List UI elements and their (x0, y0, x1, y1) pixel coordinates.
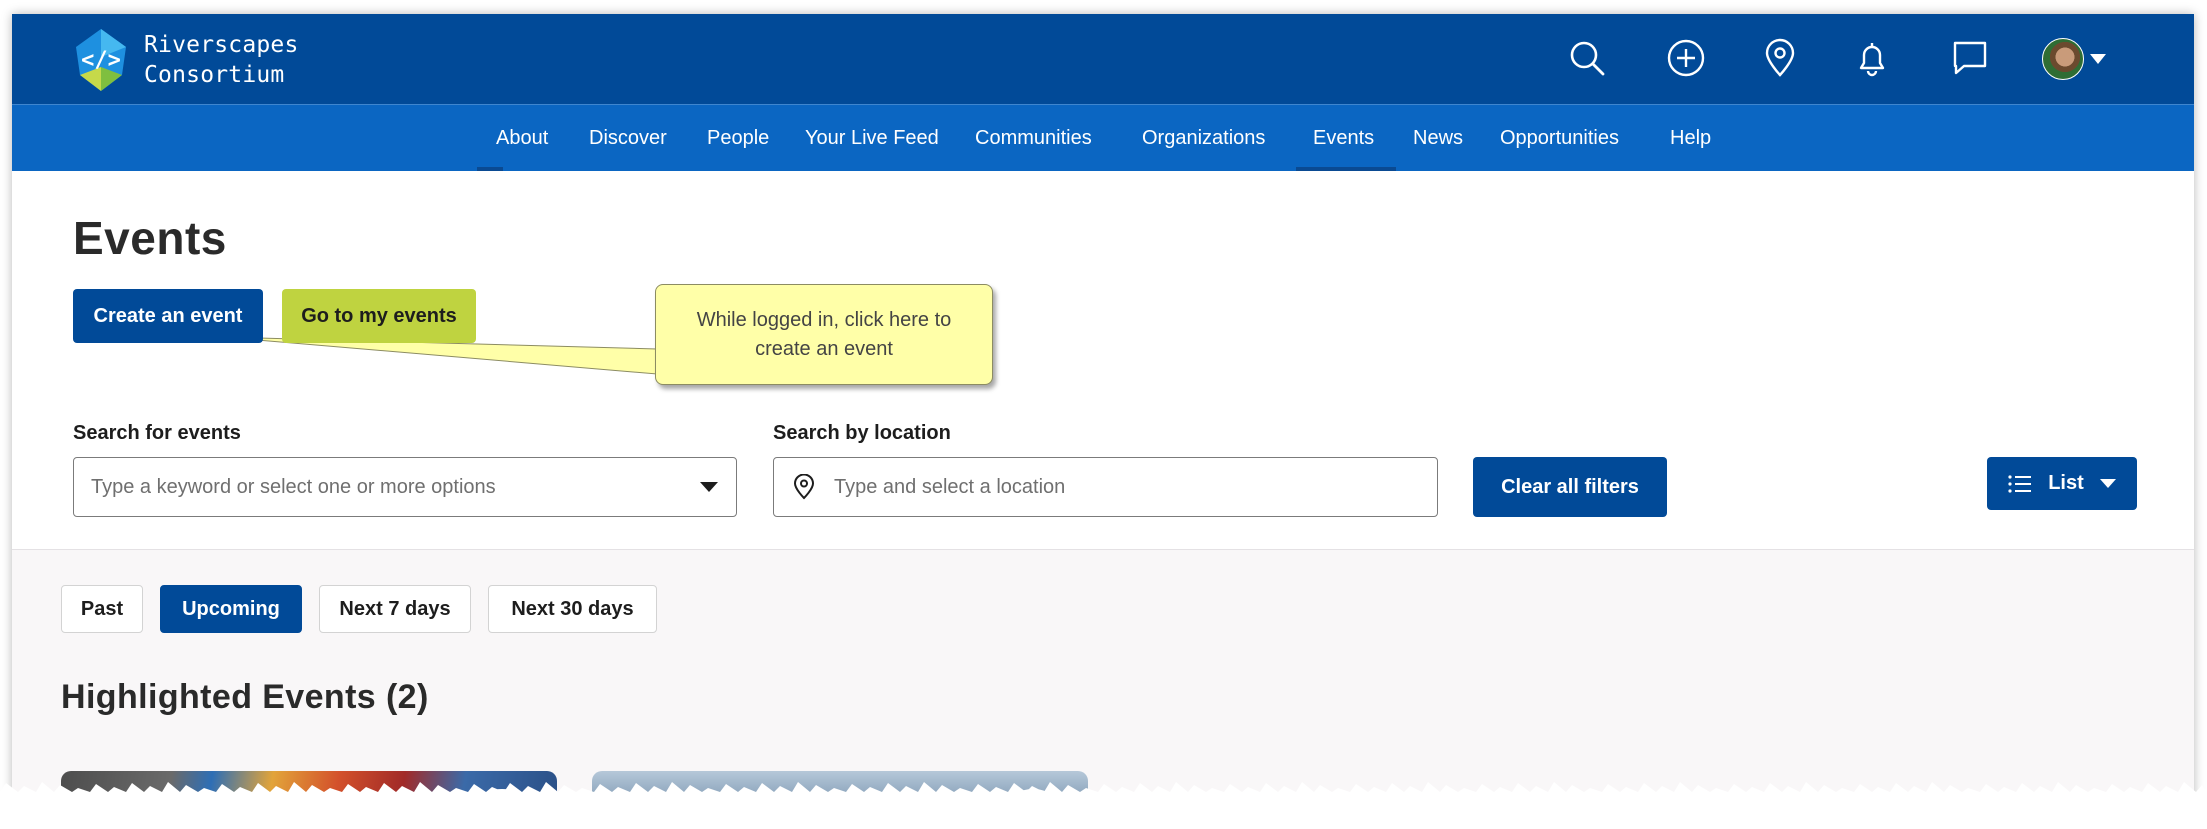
chat-bubble-icon[interactable] (1948, 36, 1992, 80)
location-pin-icon (793, 474, 815, 500)
nav-item-about[interactable]: About (496, 105, 548, 171)
chevron-down-icon[interactable] (700, 482, 718, 492)
nav-item-discover[interactable]: Discover (589, 105, 667, 171)
filter-tab-next-30-days[interactable]: Next 30 days (488, 585, 657, 633)
filter-tab-next-7-days[interactable]: Next 7 days (319, 585, 471, 633)
event-card[interactable] (592, 771, 1088, 812)
events-header-section: Events Create an event Go to my events W… (12, 171, 2194, 550)
nav-list: About Discover People Your Live Feed Com… (12, 105, 2194, 171)
view-toggle-button[interactable]: List (1987, 457, 2137, 510)
filter-tab-upcoming[interactable]: Upcoming (160, 585, 302, 633)
event-card[interactable] (61, 771, 557, 812)
search-icon[interactable] (1565, 36, 1609, 80)
nav-item-help[interactable]: Help (1670, 105, 1711, 171)
browser-frame: </> Riverscapes Consortium About Discove… (12, 14, 2194, 812)
nav-item-communities[interactable]: Communities (975, 105, 1092, 171)
nav-item-opportunities[interactable]: Opportunities (1500, 105, 1619, 171)
clear-filters-button[interactable]: Clear all filters (1473, 457, 1667, 517)
search-events-input[interactable] (74, 457, 700, 517)
search-location-input[interactable] (816, 457, 1437, 517)
create-event-button[interactable]: Create an event (73, 289, 263, 343)
location-pin-icon[interactable] (1758, 36, 1802, 80)
main-nav: About Discover People Your Live Feed Com… (12, 104, 2194, 171)
nav-item-your-live-feed[interactable]: Your Live Feed (805, 105, 939, 171)
search-location-label: Search by location (773, 422, 951, 444)
search-location-field[interactable] (773, 457, 1438, 517)
highlighted-events-title: Highlighted Events (2) (61, 678, 429, 716)
nav-item-events[interactable]: Events (1313, 105, 1374, 171)
avatar (2042, 38, 2084, 80)
filter-tab-past[interactable]: Past (61, 585, 143, 633)
user-menu[interactable] (2042, 38, 2106, 80)
tooltip-callout: While logged in, click here to create an… (655, 284, 993, 385)
event-badge-icon (467, 789, 537, 812)
list-icon (2008, 474, 2032, 493)
nav-item-news[interactable]: News (1413, 105, 1463, 171)
top-header: </> Riverscapes Consortium (12, 14, 2194, 104)
view-toggle-label: List (2048, 472, 2084, 494)
bell-icon[interactable] (1850, 36, 1894, 80)
nav-item-people[interactable]: People (707, 105, 769, 171)
add-circle-icon[interactable] (1664, 36, 1708, 80)
chevron-down-icon (2090, 54, 2106, 64)
callout-text: While logged in, click here to create an… (696, 308, 952, 360)
chevron-down-icon (2099, 479, 2116, 488)
nav-item-organizations[interactable]: Organizations (1142, 105, 1265, 171)
event-badge-icon (998, 789, 1068, 812)
header-actions (12, 36, 2194, 84)
page-title: Events (73, 212, 227, 264)
search-events-label: Search for events (73, 422, 241, 444)
search-events-field[interactable] (73, 457, 737, 517)
my-events-button[interactable]: Go to my events (282, 289, 476, 343)
events-list-section: Past Upcoming Next 7 days Next 30 days H… (12, 550, 2194, 812)
